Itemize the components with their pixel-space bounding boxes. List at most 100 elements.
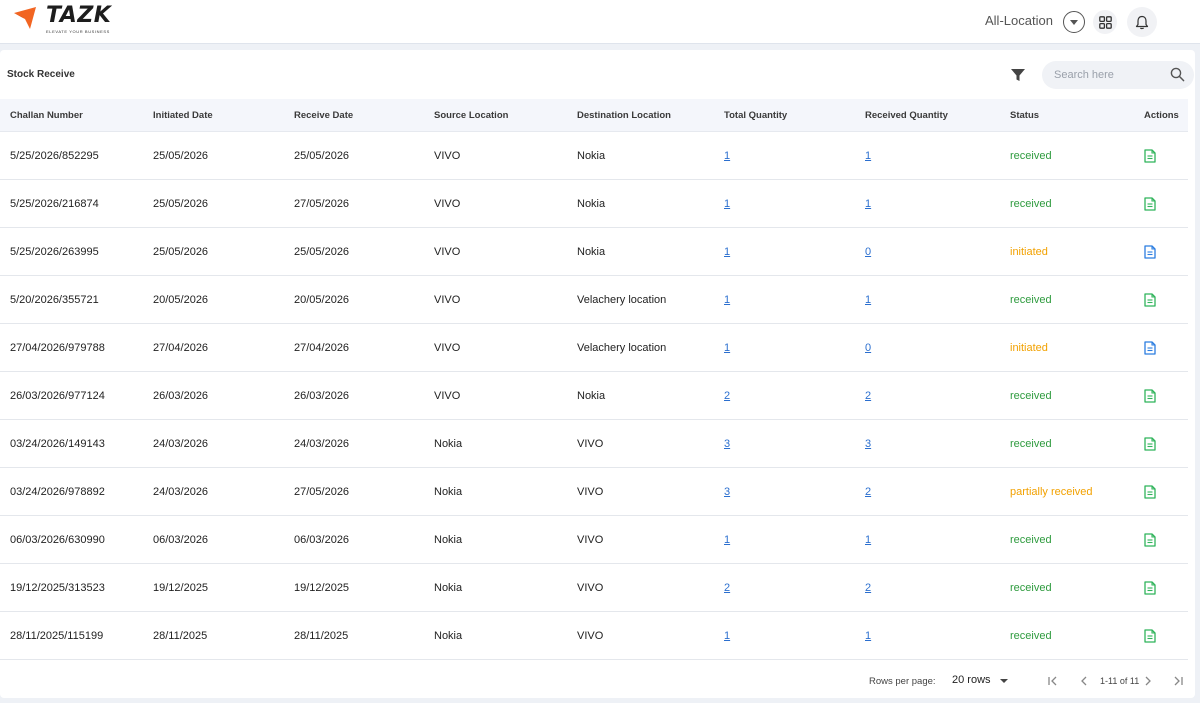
source-location-cell: Nokia <box>434 582 463 594</box>
destination-location-cell: VIVO <box>577 534 604 546</box>
document-icon[interactable] <box>1144 437 1156 451</box>
table-row[interactable]: 5/25/2026/852295 25/05/2026 25/05/2026 V… <box>0 132 1188 180</box>
filter-icon[interactable] <box>1010 67 1026 83</box>
total-quantity-link[interactable]: 1 <box>724 150 730 162</box>
table-row[interactable]: 26/03/2026/977124 26/03/2026 26/03/2026 … <box>0 372 1188 420</box>
table-row[interactable]: 5/25/2026/263995 25/05/2026 25/05/2026 V… <box>0 228 1188 276</box>
table-row[interactable]: 27/04/2026/979788 27/04/2026 27/04/2026 … <box>0 324 1188 372</box>
status-badge: received <box>1010 198 1052 210</box>
table-row[interactable]: 03/24/2026/149143 24/03/2026 24/03/2026 … <box>0 420 1188 468</box>
logo-mark-icon <box>14 7 36 29</box>
receive-date-cell: 25/05/2026 <box>294 150 350 162</box>
caret-down-icon[interactable] <box>1000 679 1008 683</box>
document-icon[interactable] <box>1144 245 1156 259</box>
receive-date-cell: 25/05/2026 <box>294 246 350 258</box>
total-quantity-link[interactable]: 2 <box>724 582 730 594</box>
table-body: 5/25/2026/852295 25/05/2026 25/05/2026 V… <box>0 132 1188 660</box>
document-icon[interactable] <box>1144 581 1156 595</box>
grid-icon <box>1098 15 1112 29</box>
first-page-button[interactable] <box>1046 673 1060 689</box>
received-quantity-link[interactable]: 2 <box>865 390 871 402</box>
column-header-initiated-date[interactable]: Initiated Date <box>153 110 213 121</box>
source-location-cell: VIVO <box>434 246 461 258</box>
received-quantity-link[interactable]: 2 <box>865 486 871 498</box>
rows-per-page-select[interactable]: 20 rows <box>952 674 991 686</box>
pagination-bar: Rows per page: 20 rows 1-11 of 11 <box>0 664 1195 698</box>
table-row[interactable]: 5/25/2026/216874 25/05/2026 27/05/2026 V… <box>0 180 1188 228</box>
destination-location-cell: Nokia <box>577 390 606 402</box>
status-badge: initiated <box>1010 342 1048 354</box>
initiated-date-cell: 25/05/2026 <box>153 246 209 258</box>
app-logo[interactable]: TAZK ELEVATE YOUR BUSINESS <box>12 5 111 34</box>
initiated-date-cell: 27/04/2026 <box>153 342 209 354</box>
column-header-status[interactable]: Status <box>1010 110 1039 121</box>
total-quantity-link[interactable]: 1 <box>724 630 730 642</box>
last-page-icon <box>1174 676 1183 686</box>
source-location-cell: Nokia <box>434 534 463 546</box>
total-quantity-link[interactable]: 2 <box>724 390 730 402</box>
total-quantity-link[interactable]: 3 <box>724 486 730 498</box>
total-quantity-link[interactable]: 1 <box>724 294 730 306</box>
received-quantity-link[interactable]: 1 <box>865 534 871 546</box>
table-row[interactable]: 03/24/2026/978892 24/03/2026 27/05/2026 … <box>0 468 1188 516</box>
table-row[interactable]: 28/11/2025/115199 28/11/2025 28/11/2025 … <box>0 612 1188 660</box>
source-location-cell: VIVO <box>434 198 461 210</box>
document-icon[interactable] <box>1144 149 1156 163</box>
document-icon[interactable] <box>1144 485 1156 499</box>
total-quantity-link[interactable]: 3 <box>724 438 730 450</box>
document-icon[interactable] <box>1144 293 1156 307</box>
destination-location-cell: Nokia <box>577 198 606 210</box>
column-header-destination-location[interactable]: Destination Location <box>577 110 671 121</box>
notifications-button[interactable] <box>1127 7 1157 37</box>
received-quantity-link[interactable]: 2 <box>865 582 871 594</box>
page-title: Stock Receive <box>7 69 75 80</box>
initiated-date-cell: 25/05/2026 <box>153 198 209 210</box>
challan-number-cell: 26/03/2026/977124 <box>10 390 105 402</box>
received-quantity-link[interactable]: 0 <box>865 246 871 258</box>
receive-date-cell: 19/12/2025 <box>294 582 350 594</box>
challan-number-cell: 03/24/2026/149143 <box>10 438 105 450</box>
previous-page-button[interactable] <box>1077 673 1091 689</box>
search-input[interactable] <box>1054 67 1164 83</box>
chevron-down-icon <box>1070 20 1078 25</box>
apps-grid-button[interactable] <box>1093 10 1117 34</box>
document-icon[interactable] <box>1144 629 1156 643</box>
received-quantity-link[interactable]: 1 <box>865 294 871 306</box>
logo-text: TAZK <box>46 3 112 28</box>
chevron-right-icon <box>1145 676 1151 686</box>
total-quantity-link[interactable]: 1 <box>724 246 730 258</box>
column-header-source-location[interactable]: Source Location <box>434 110 508 121</box>
received-quantity-link[interactable]: 1 <box>865 630 871 642</box>
location-selector-label[interactable]: All-Location <box>985 13 1053 28</box>
received-quantity-link[interactable]: 0 <box>865 342 871 354</box>
document-icon[interactable] <box>1144 533 1156 547</box>
document-icon[interactable] <box>1144 389 1156 403</box>
last-page-button[interactable] <box>1171 673 1185 689</box>
received-quantity-link[interactable]: 1 <box>865 198 871 210</box>
initiated-date-cell: 20/05/2026 <box>153 294 209 306</box>
status-badge: partially received <box>1010 486 1093 498</box>
challan-number-cell: 5/20/2026/355721 <box>10 294 99 306</box>
next-page-button[interactable] <box>1141 673 1155 689</box>
total-quantity-link[interactable]: 1 <box>724 342 730 354</box>
column-header-actions: Actions <box>1144 110 1179 121</box>
total-quantity-link[interactable]: 1 <box>724 198 730 210</box>
document-icon[interactable] <box>1144 197 1156 211</box>
receive-date-cell: 06/03/2026 <box>294 534 350 546</box>
table-row[interactable]: 5/20/2026/355721 20/05/2026 20/05/2026 V… <box>0 276 1188 324</box>
column-header-challan-number[interactable]: Challan Number <box>10 110 83 121</box>
column-header-total-quantity[interactable]: Total Quantity <box>724 110 787 121</box>
received-quantity-link[interactable]: 1 <box>865 150 871 162</box>
total-quantity-link[interactable]: 1 <box>724 534 730 546</box>
page-range-text: 1-11 of 11 <box>1100 676 1140 686</box>
table-row[interactable]: 19/12/2025/313523 19/12/2025 19/12/2025 … <box>0 564 1188 612</box>
table-row[interactable]: 06/03/2026/630990 06/03/2026 06/03/2026 … <box>0 516 1188 564</box>
challan-number-cell: 06/03/2026/630990 <box>10 534 105 546</box>
column-header-receive-date[interactable]: Receive Date <box>294 110 353 121</box>
received-quantity-link[interactable]: 3 <box>865 438 871 450</box>
column-header-received-quantity[interactable]: Received Quantity <box>865 110 948 121</box>
search-icon[interactable] <box>1170 67 1185 82</box>
status-badge: received <box>1010 534 1052 546</box>
location-dropdown-button[interactable] <box>1063 11 1085 33</box>
document-icon[interactable] <box>1144 341 1156 355</box>
